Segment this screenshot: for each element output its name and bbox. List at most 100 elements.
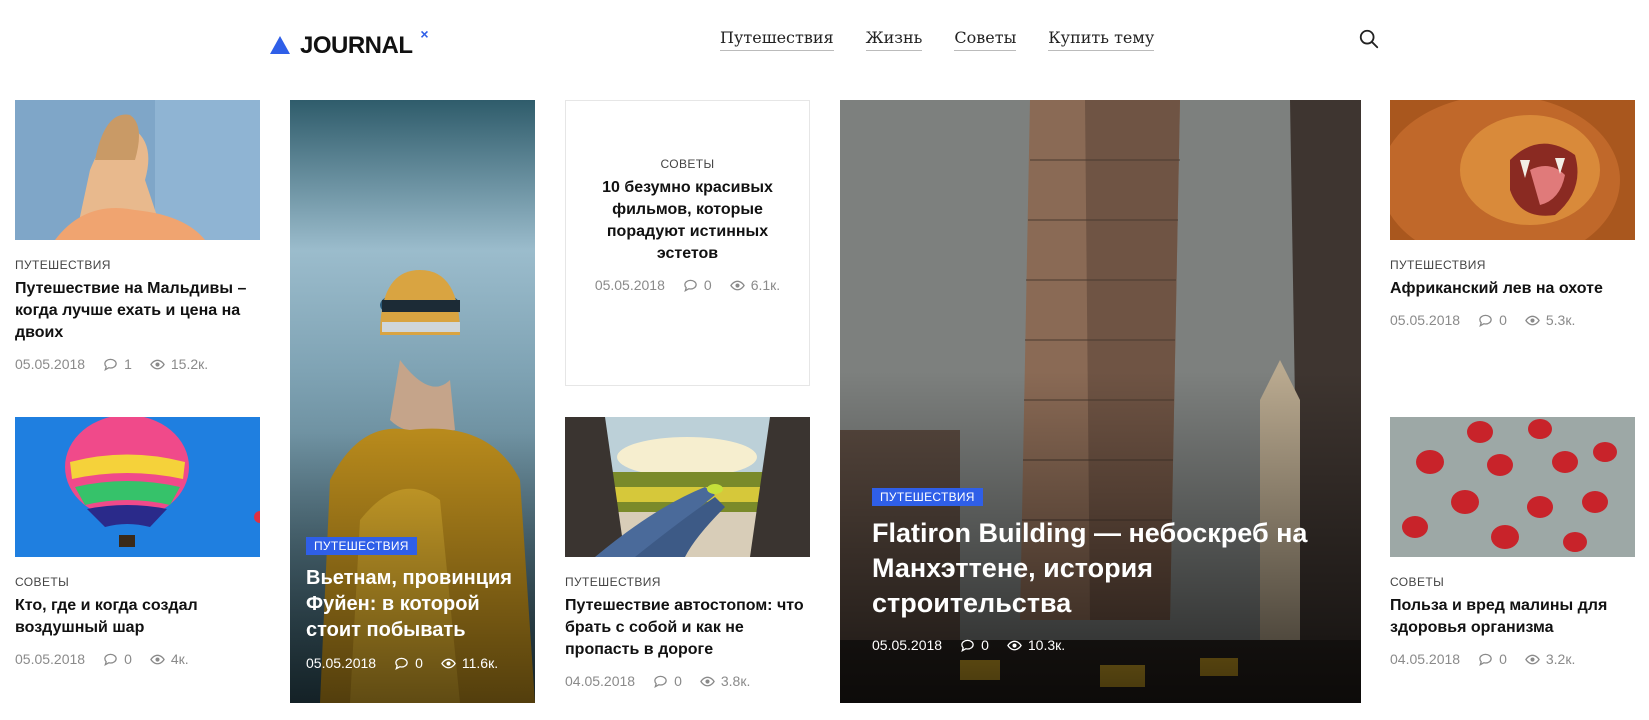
post-date: 05.05.2018	[594, 277, 665, 293]
views-count: 11.6к.	[441, 653, 498, 673]
comments-value: 0	[703, 277, 712, 293]
post-title[interactable]: 10 безумно красивых фильмов, которые пор…	[586, 177, 789, 265]
comments-value: 0	[981, 637, 989, 653]
comments-count[interactable]: 0	[683, 275, 712, 295]
views-value: 5.3к.	[1545, 312, 1576, 328]
views-value: 3.2к.	[1545, 651, 1576, 667]
comments-value: 0	[415, 655, 423, 671]
views-value: 6.1к.	[750, 277, 781, 293]
nav-item-buy-theme[interactable]: Купить тему	[1048, 28, 1155, 51]
comments-count[interactable]: 0	[960, 635, 989, 655]
post-date: 05.05.2018	[1390, 312, 1461, 328]
eye-icon	[1525, 315, 1540, 325]
comments-value: 0	[1499, 312, 1507, 328]
comments-count[interactable]: 0	[653, 671, 682, 691]
post-meta: 05.05.2018 1 15.2к.	[15, 354, 260, 374]
comment-icon	[684, 279, 697, 292]
post-card-lion[interactable]: ПУТЕШЕСТВИЯ Африканский лев на охоте 05.…	[1390, 100, 1635, 330]
comments-value: 0	[124, 651, 132, 667]
post-card-maldives[interactable]: ПУТЕШЕСТВИЯ Путешествие на Мальдивы – ко…	[15, 100, 260, 374]
post-meta: 05.05.2018 0 5.3к.	[1390, 310, 1635, 330]
post-category-badge[interactable]: ПУТЕШЕСТВИЯ	[872, 488, 983, 506]
post-card-raspberry[interactable]: СОВЕТЫ Польза и вред малины для здоровья…	[1390, 417, 1635, 669]
comment-icon	[104, 653, 117, 666]
post-date: 05.05.2018	[872, 637, 943, 653]
eye-icon	[150, 654, 165, 664]
post-category-badge[interactable]: ПУТЕШЕСТВИЯ	[306, 537, 417, 555]
eye-icon	[441, 658, 456, 668]
comment-icon	[1479, 653, 1492, 666]
comment-icon	[104, 358, 117, 371]
nav-item-tips[interactable]: Советы	[954, 28, 1017, 51]
post-meta: 04.05.2018 0 3.8к.	[565, 671, 810, 691]
comments-value: 1	[124, 356, 132, 372]
eye-icon	[729, 280, 745, 290]
post-meta: 05.05.2018 0 4к.	[15, 649, 260, 669]
post-card-balloon[interactable]: СОВЕТЫ Кто, где и когда создал воздушный…	[15, 417, 260, 669]
eye-icon	[1525, 654, 1540, 664]
views-count: 3.2к.	[1525, 649, 1575, 669]
post-image-lion[interactable]	[1390, 100, 1635, 240]
post-date: 05.05.2018	[15, 651, 86, 667]
post-date: 04.05.2018	[1390, 651, 1461, 667]
post-image-woman[interactable]	[15, 100, 260, 240]
post-title[interactable]: Путешествие автостопом: что брать с собо…	[565, 595, 810, 661]
post-card-flatiron[interactable]: ПУТЕШЕСТВИЯ Flatiron Building — небоскре…	[840, 100, 1361, 703]
post-title[interactable]: Вьетнам, провинция Фуйен: в которой стои…	[306, 565, 519, 643]
post-date: 05.05.2018	[306, 655, 377, 671]
post-image-hot-air-balloon[interactable]	[15, 417, 260, 557]
post-overlay: ПУТЕШЕСТВИЯ Вьетнам, провинция Фуйен: в …	[290, 537, 535, 703]
site-logo[interactable]: JOURNAL ×	[270, 26, 429, 59]
post-category[interactable]: СОВЕТЫ	[586, 157, 789, 171]
logo-triangle-icon	[270, 36, 290, 54]
post-category[interactable]: ПУТЕШЕСТВИЯ	[1390, 258, 1635, 272]
logo-text: JOURNAL	[300, 32, 413, 59]
search-icon[interactable]	[1358, 28, 1380, 50]
post-category[interactable]: СОВЕТЫ	[15, 575, 260, 589]
post-meta: 05.05.2018 0 11.6к.	[306, 653, 519, 673]
post-image-car-trunk-legs[interactable]	[565, 417, 810, 557]
post-date: 04.05.2018	[565, 673, 636, 689]
logo-mark: ×	[420, 26, 429, 42]
comment-icon	[961, 639, 974, 652]
views-count: 6.1к.	[729, 275, 781, 295]
post-meta: 05.05.2018 0 10.3к.	[872, 635, 1329, 655]
post-overlay: ПУТЕШЕСТВИЯ Flatiron Building — небоскре…	[840, 488, 1361, 703]
post-date: 05.05.2018	[15, 356, 86, 372]
post-category[interactable]: ПУТЕШЕСТВИЯ	[565, 575, 810, 589]
post-title[interactable]: Кто, где и когда создал воздушный шар	[15, 595, 260, 639]
views-value: 3.8к.	[720, 673, 751, 689]
post-meta: 04.05.2018 0 3.2к.	[1390, 649, 1635, 669]
comment-icon	[395, 657, 408, 670]
post-title[interactable]: Flatiron Building — небоскреб на Манхэтт…	[872, 516, 1329, 621]
comments-count[interactable]: 0	[1478, 310, 1507, 330]
post-card-vietnam[interactable]: ПУТЕШЕСТВИЯ Вьетнам, провинция Фуйен: в …	[290, 100, 535, 703]
eye-icon	[1007, 640, 1022, 650]
post-card-hitchhike[interactable]: ПУТЕШЕСТВИЯ Путешествие автостопом: что …	[565, 417, 810, 691]
nav-item-travel[interactable]: Путешествия	[720, 28, 834, 51]
post-category[interactable]: СОВЕТЫ	[1390, 575, 1635, 589]
comments-count[interactable]: 0	[1478, 649, 1507, 669]
comments-count[interactable]: 1	[103, 354, 132, 374]
comments-value: 0	[1499, 651, 1507, 667]
post-category[interactable]: ПУТЕШЕСТВИЯ	[15, 258, 260, 272]
post-card-films[interactable]: СОВЕТЫ 10 безумно красивых фильмов, кото…	[565, 100, 810, 386]
views-value: 4к.	[170, 651, 189, 667]
views-value: 10.3к.	[1027, 637, 1066, 653]
views-value: 15.2к.	[170, 356, 209, 372]
views-count: 15.2к.	[150, 354, 208, 374]
eye-icon	[150, 359, 165, 369]
nav-item-life[interactable]: Жизнь	[865, 28, 923, 51]
post-image-raspberries[interactable]	[1390, 417, 1635, 557]
views-count: 5.3к.	[1525, 310, 1575, 330]
post-title[interactable]: Польза и вред малины для здоровья органи…	[1390, 595, 1635, 639]
eye-icon	[700, 676, 715, 686]
views-value: 11.6к.	[461, 655, 499, 671]
comment-icon	[1479, 314, 1492, 327]
comments-count[interactable]: 0	[394, 653, 423, 673]
post-title[interactable]: Африканский лев на охоте	[1390, 278, 1635, 300]
main-nav: Путешествия Жизнь Советы Купить тему	[720, 28, 1155, 51]
views-count: 10.3к.	[1007, 635, 1065, 655]
post-title[interactable]: Путешествие на Мальдивы – когда лучше ех…	[15, 278, 260, 344]
comments-count[interactable]: 0	[103, 649, 132, 669]
